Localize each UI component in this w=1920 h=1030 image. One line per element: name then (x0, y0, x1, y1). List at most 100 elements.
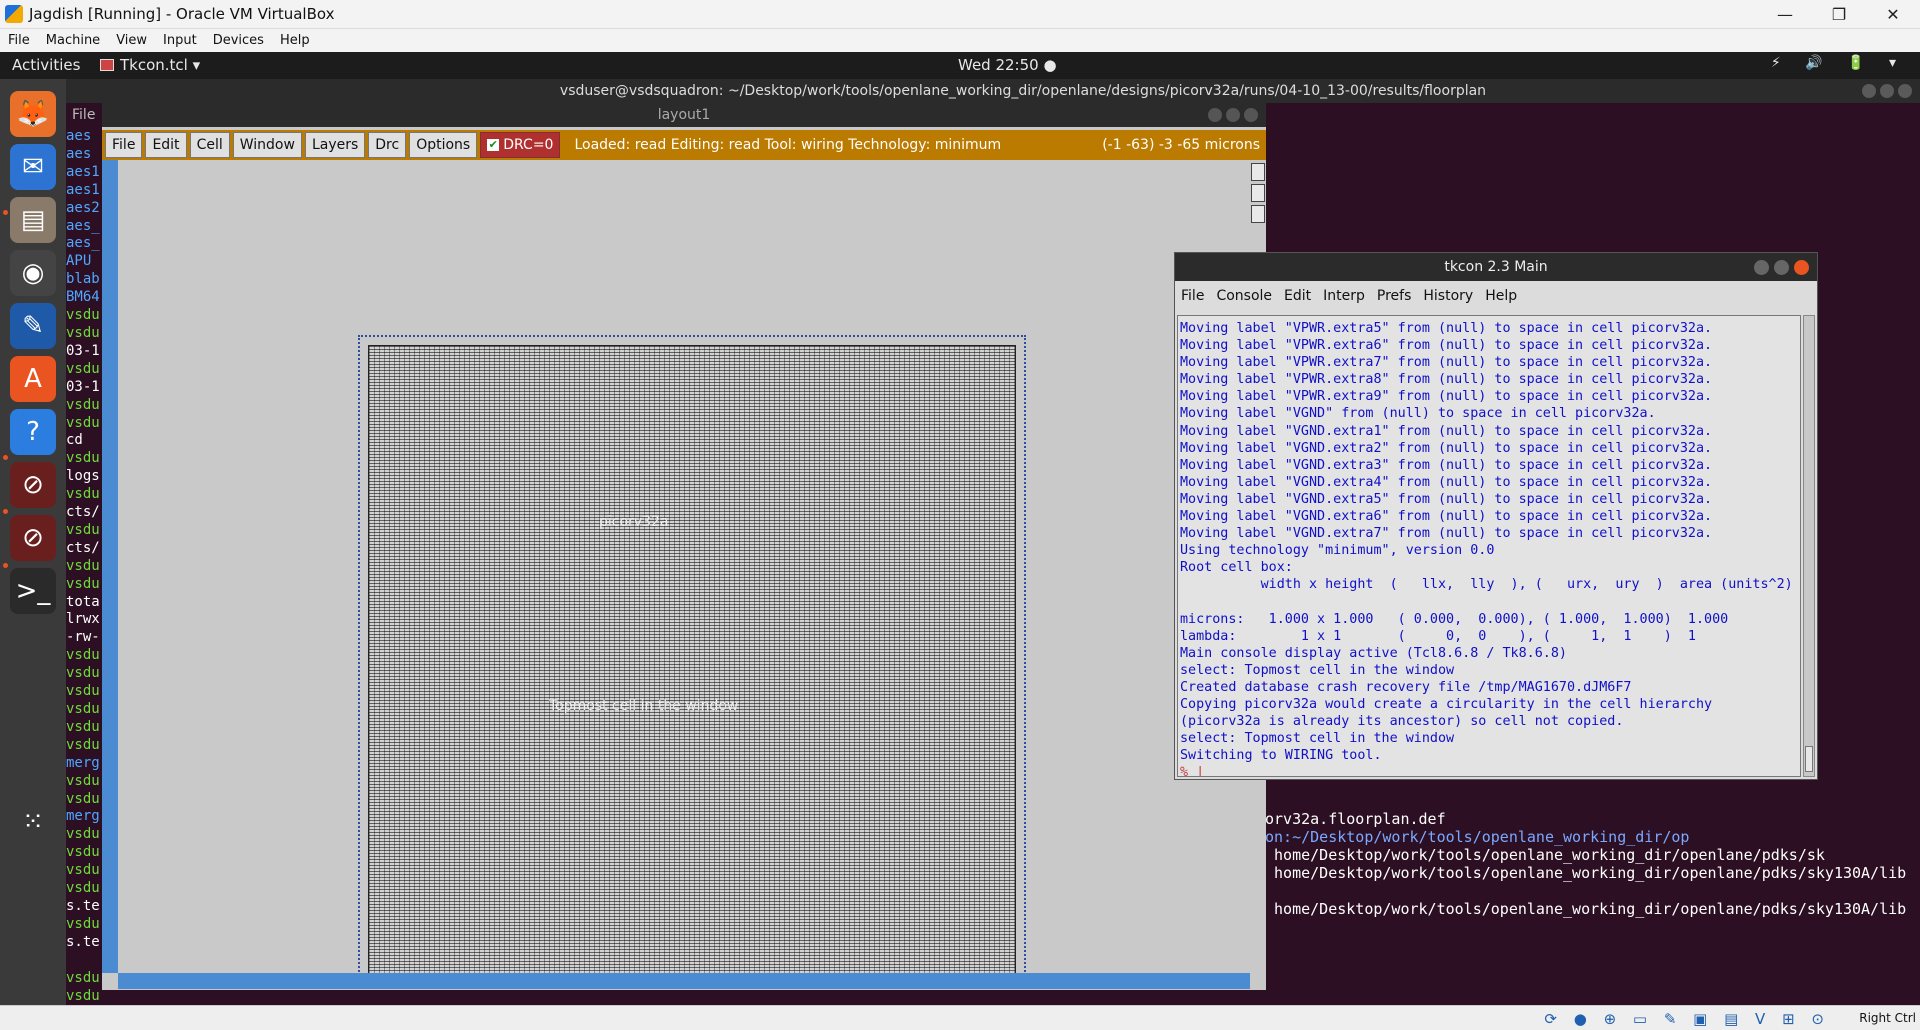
tkcon-menu-history[interactable]: History (1423, 288, 1473, 304)
app-menu[interactable]: Tkcon.tcl ▾ (100, 56, 200, 74)
vm-status-icons[interactable]: ⟳ ● ⊕ ▭ ✎ ▣ ▤ V ⊞ ⊙ (1544, 1010, 1830, 1028)
tkcon-title: tkcon 2.3 Main (1444, 259, 1548, 275)
layout-window-button[interactable]: Window (232, 132, 302, 158)
layout-vertical-scrollbar[interactable] (102, 160, 118, 973)
layout-maximize-icon[interactable] (1226, 108, 1240, 122)
virtualbox-menu-bar: File Machine View Input Devices Help (0, 29, 1920, 52)
terminal-icon[interactable]: >_ (10, 568, 56, 614)
tkcon-menu-file[interactable]: File (1181, 288, 1204, 304)
tkcon-menu-interp[interactable]: Interp (1323, 288, 1365, 304)
menu-input[interactable]: Input (163, 33, 197, 48)
terminal-line: vsdu (66, 521, 100, 538)
tkcon-menu-prefs[interactable]: Prefs (1377, 288, 1411, 304)
thunderbird-icon[interactable]: ✉ (10, 144, 56, 190)
terminal-line: s.te (66, 933, 100, 950)
layout-minimize-icon[interactable] (1208, 108, 1222, 122)
tkcon-minimize-icon[interactable] (1754, 260, 1769, 275)
terminal-close-icon[interactable] (1898, 84, 1912, 98)
layout-canvas[interactable]: picorv32a Topmost cell in the window (118, 160, 1250, 973)
software-icon[interactable]: A (10, 356, 56, 402)
system-tray[interactable]: ⚡ 🔊 🔋 ▾ (1771, 55, 1906, 71)
tkcon-console-output[interactable]: Moving label "VPWR.extra5" from (null) t… (1177, 315, 1801, 777)
drc-toggle[interactable]: ✔ DRC=0 (480, 132, 561, 158)
terminal-line: vsdu (66, 790, 100, 807)
chip-core-area[interactable]: picorv32a Topmost cell in the window (368, 345, 1016, 973)
console-line: (picorv32a is already its ancestor) so c… (1180, 714, 1624, 730)
terminal-line: vsdu (66, 557, 100, 574)
terminal-line: aes_ (66, 235, 100, 252)
minimize-button[interactable]: — (1758, 0, 1812, 29)
terminal-line: vsdu (66, 450, 100, 467)
running-indicator (3, 509, 8, 514)
layout-close-icon[interactable] (1244, 108, 1258, 122)
terminal-line: tota (66, 593, 100, 610)
help-icon[interactable]: ? (10, 409, 56, 455)
terminal-minimize-icon[interactable] (1862, 84, 1876, 98)
tkcon-app-icon (100, 59, 114, 71)
terminal-line: vsdu (66, 701, 100, 717)
tool-layer-icon[interactable] (1251, 184, 1265, 202)
close-button[interactable]: ✕ (1866, 0, 1920, 29)
tkcon-menu-help[interactable]: Help (1485, 288, 1517, 304)
files-icon[interactable]: ▤ (10, 197, 56, 243)
layout-file-button[interactable]: File (105, 132, 143, 158)
layout-horizontal-scrollbar[interactable] (118, 973, 1250, 989)
layout-edit-button[interactable]: Edit (145, 132, 187, 158)
tkcon-close-icon[interactable] (1794, 260, 1809, 275)
show-apps-icon[interactable]: ⁙ (10, 799, 56, 845)
console-prompt[interactable]: % | (1180, 764, 1798, 776)
layout-cell-button[interactable]: Cell (189, 132, 230, 158)
terminal-maximize-icon[interactable] (1880, 84, 1894, 98)
app-icon-a[interactable]: ⊘ (10, 462, 56, 508)
tkcon-maximize-icon[interactable] (1774, 260, 1789, 275)
terminal-line: vsdu (66, 486, 100, 503)
rhythmbox-icon[interactable]: ◉ (10, 250, 56, 296)
terminal-line: vsdu (66, 575, 100, 592)
menu-devices[interactable]: Devices (213, 33, 264, 48)
restore-button[interactable]: ❐ (1812, 0, 1866, 29)
menu-file[interactable]: File (8, 33, 30, 48)
layout-status-text: Loaded: read Editing: read Tool: wiring … (574, 137, 1002, 153)
tool-select-icon[interactable] (1251, 205, 1265, 223)
terminal-line: merg (66, 808, 100, 825)
layout-options-button[interactable]: Options (409, 132, 478, 158)
terminal-title-bar: vsduser@vsdsquadron: ~/Desktop/work/tool… (66, 79, 1920, 103)
clock[interactable]: Wed 22:50 ● (958, 56, 1057, 74)
terminal-line: vsdu (66, 987, 100, 1004)
terminal-line: -rw- (66, 629, 100, 646)
tkcon-menu-edit[interactable]: Edit (1284, 288, 1311, 304)
virtualbox-icon (5, 5, 23, 23)
tkcon-scroll-thumb[interactable] (1805, 746, 1813, 772)
firefox-icon[interactable]: 🦊 (10, 91, 56, 137)
terminal-line: vsdu (66, 683, 100, 700)
tkcon-scrollbar[interactable] (1803, 315, 1815, 777)
terminal-line: aes2 (66, 199, 100, 216)
terminal-line: s.te (66, 897, 100, 914)
terminal-line: cts/ (66, 539, 100, 556)
terminal-menu-file[interactable]: File (66, 103, 106, 125)
activities-button[interactable]: Activities (12, 56, 80, 74)
console-line: Using technology "minimum", version 0.0 (1180, 543, 1495, 559)
terminal-line: orv32a.floorplan.def (1265, 810, 1446, 828)
terminal-line: vsdu (66, 647, 100, 664)
menu-machine[interactable]: Machine (46, 33, 100, 48)
terminal-line: home/Desktop/work/tools/openlane_working… (1265, 846, 1825, 864)
terminal-line: 03-1 (66, 378, 100, 395)
terminal-line: vsdu (66, 862, 100, 879)
app-icon-b[interactable]: ⊘ (10, 515, 56, 561)
console-line: width x height ( llx, lly ), ( urx, ury … (1180, 577, 1793, 593)
terminal-line: blab (66, 271, 100, 288)
tkcon-menu-console[interactable]: Console (1216, 288, 1272, 304)
layout-drc-button[interactable]: Drc (368, 132, 407, 158)
tkcon-window: tkcon 2.3 Main File Console Edit Interp … (1174, 252, 1818, 780)
terminal-title: vsduser@vsdsquadron: ~/Desktop/work/tool… (559, 83, 1487, 99)
menu-help[interactable]: Help (280, 33, 310, 48)
chip-die-area[interactable]: picorv32a Topmost cell in the window (358, 335, 1026, 973)
menu-view[interactable]: View (116, 33, 147, 48)
writer-icon[interactable]: ✎ (10, 303, 56, 349)
terminal-line: lrwx (66, 611, 100, 628)
layout-layers-button[interactable]: Layers (304, 132, 366, 158)
tool-box-icon[interactable] (1251, 163, 1265, 181)
